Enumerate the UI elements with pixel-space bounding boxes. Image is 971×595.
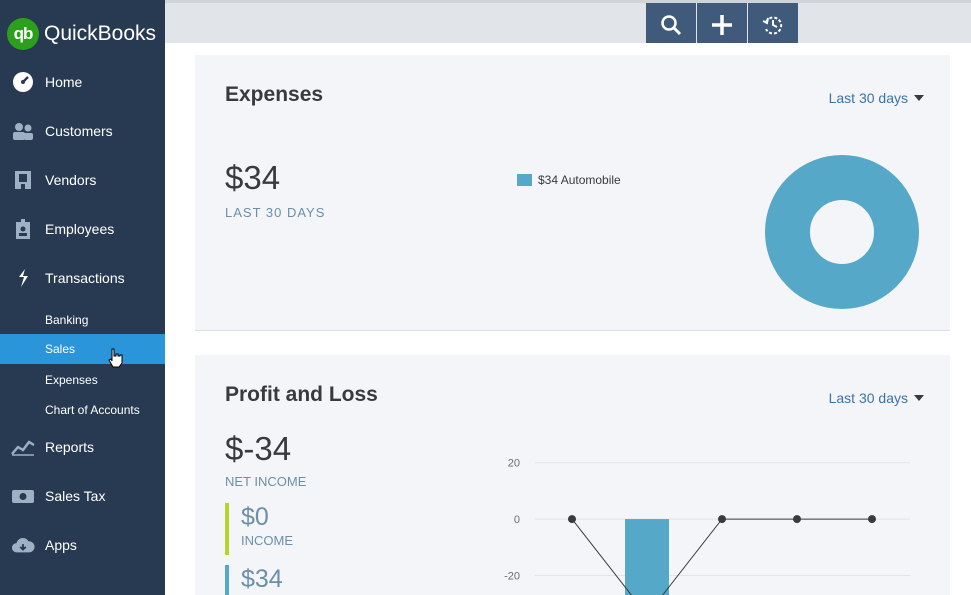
card-title: Expenses xyxy=(225,83,324,106)
sidebar-item-label: Employees xyxy=(45,220,115,237)
sales-tax-icon xyxy=(11,486,35,506)
chart-point[interactable] xyxy=(793,515,801,524)
sidebar-item-sales-tax[interactable]: Sales Tax xyxy=(0,471,165,520)
customers-icon xyxy=(11,121,35,141)
sidebar-item-label: Transactions xyxy=(45,269,125,286)
sidebar-item-label: Apps xyxy=(45,536,77,553)
sidebar-subitem-chart-of-accounts[interactable]: Chart of Accounts xyxy=(0,395,165,425)
recent-transactions-button[interactable] xyxy=(748,3,798,46)
y-tick-label: 0 xyxy=(514,514,520,526)
chart-point[interactable] xyxy=(568,515,576,524)
legend-label: $34 Automobile xyxy=(538,173,621,187)
profit-and-loss-card: Profit and Loss Last 30 days $-34 NET IN… xyxy=(195,355,950,595)
period-label: Last 30 days xyxy=(828,90,908,106)
profit-loss-chart: 20 0 -20 xyxy=(504,458,910,595)
apps-icon xyxy=(11,535,35,555)
caret-down-icon xyxy=(914,95,924,101)
vendors-icon xyxy=(11,170,35,190)
sidebar-item-label: Customers xyxy=(45,122,113,139)
qb-logo-icon: qb xyxy=(7,17,39,50)
sidebar-subitem-expenses[interactable]: Expenses xyxy=(0,365,165,395)
brand-name: QuickBooks xyxy=(44,21,157,45)
donut-slice-automobile[interactable] xyxy=(765,155,919,309)
reports-icon xyxy=(11,437,35,457)
sidebar-subitem-banking[interactable]: Banking xyxy=(0,305,165,335)
expense-stat[interactable]: $34 xyxy=(225,565,283,595)
sidebar-item-label: Vendors xyxy=(45,171,97,188)
sidebar-item-transactions[interactable]: Transactions xyxy=(0,253,165,302)
sidebar-item-customers[interactable]: Customers xyxy=(0,106,165,155)
sidebar-subitem-sales[interactable]: Sales xyxy=(0,334,165,364)
caret-down-icon xyxy=(914,395,924,401)
expenses-amount-label: LAST 30 DAYS xyxy=(225,205,326,220)
expenses-period-dropdown[interactable]: Last 30 days xyxy=(829,90,924,106)
net-income-label: NET INCOME xyxy=(225,474,307,489)
income-amount: $0 xyxy=(241,503,269,531)
period-label: Last 30 days xyxy=(828,390,908,406)
expenses-amount: $34 xyxy=(225,159,281,196)
hand-cursor-icon xyxy=(108,348,123,368)
net-income-line xyxy=(571,518,872,595)
plus-icon xyxy=(712,14,732,35)
dashboard-content: Expenses Last 30 days $34 LAST 30 DAYS $… xyxy=(165,43,971,595)
sidebar-item-apps[interactable]: Apps xyxy=(0,520,165,569)
legend-swatch xyxy=(517,174,532,186)
dashboard-icon xyxy=(11,71,35,92)
sidebar-item-home[interactable]: Home xyxy=(0,57,165,106)
top-bar xyxy=(165,0,971,46)
chart-legend-item[interactable]: $34 Automobile xyxy=(517,173,621,187)
search-button[interactable] xyxy=(646,3,696,46)
employees-icon xyxy=(11,218,35,239)
sidebar-item-reports[interactable]: Reports xyxy=(0,422,165,471)
search-icon xyxy=(661,14,682,35)
income-label: INCOME xyxy=(241,533,293,548)
profit-loss-period-dropdown[interactable]: Last 30 days xyxy=(829,390,924,406)
sidebar-item-employees[interactable]: Employees xyxy=(0,204,165,253)
create-button[interactable] xyxy=(697,3,747,46)
card-title: Profit and Loss xyxy=(225,383,378,406)
chart-bar[interactable] xyxy=(625,519,669,595)
income-stat[interactable]: $0 INCOME xyxy=(225,503,293,555)
recent-history-icon xyxy=(762,16,783,34)
sidebar-item-label: Home xyxy=(45,73,83,90)
expense-amount: $34 xyxy=(241,565,283,593)
chart-point[interactable] xyxy=(868,515,876,524)
sidebar: qb QuickBooks Home Customers Vendors Emp… xyxy=(0,0,165,595)
chart-point[interactable] xyxy=(718,515,726,524)
expenses-card: Expenses Last 30 days $34 LAST 30 DAYS $… xyxy=(195,55,950,331)
net-income-amount: $-34 xyxy=(225,430,292,467)
sidebar-item-label: Reports xyxy=(45,438,95,455)
expenses-donut-chart xyxy=(765,155,919,309)
y-tick-label: -20 xyxy=(504,571,520,583)
sidebar-item-vendors[interactable]: Vendors xyxy=(0,155,165,204)
sidebar-item-label: Sales Tax xyxy=(45,487,106,504)
transactions-icon xyxy=(11,268,35,288)
y-tick-label: 20 xyxy=(508,458,520,470)
